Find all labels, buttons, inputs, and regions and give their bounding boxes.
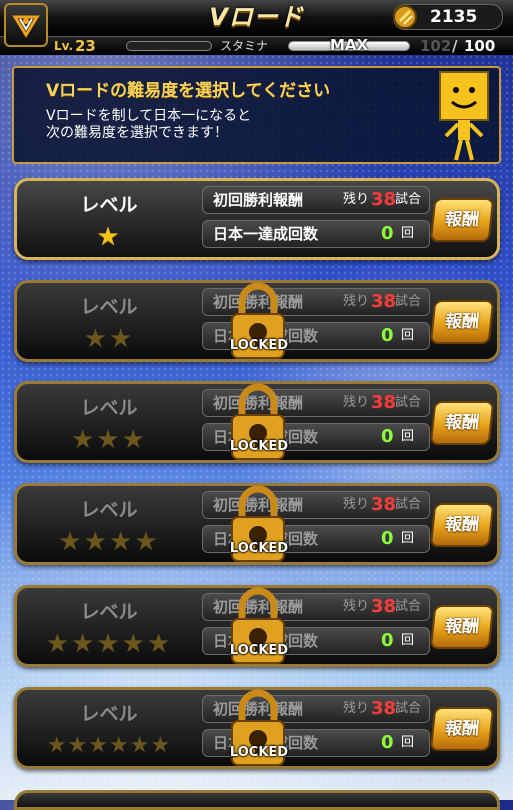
star-rating: ★ <box>96 222 122 252</box>
locked-label: LOCKED <box>229 643 289 658</box>
level-panel-3[interactable]: レベル ★★★ 初回勝利報酬 残り 38 試合 日本一達成回数 0 回 報酬 L… <box>14 381 500 463</box>
championship-unit: 回 <box>401 633 415 648</box>
remain-unit: 試合 <box>395 395 422 410</box>
stamina-label: スタミナ <box>220 39 269 53</box>
level-panel-2[interactable]: レベル ★★ 初回勝利報酬 残り 38 試合 日本一達成回数 0 回 報酬 LO… <box>14 280 500 362</box>
remain-unit: 試合 <box>395 294 422 309</box>
locked-label: LOCKED <box>229 541 289 556</box>
stamina-separator: / <box>452 37 458 55</box>
reward-label: 初回勝利報酬 <box>213 191 304 209</box>
star-rating: ★★★ <box>71 425 147 455</box>
championship-count: 0 <box>381 223 394 244</box>
remain-count: 38 <box>371 392 397 413</box>
star-rating: ★★★★★★ <box>46 733 172 758</box>
championship-count: 0 <box>381 732 394 753</box>
stamina-max-badge: MAX <box>330 36 369 54</box>
championship-count: 0 <box>381 426 394 447</box>
team-menu-button[interactable] <box>4 3 48 47</box>
first-win-reward-row: 初回勝利報酬 残り 38 試合 <box>202 186 430 214</box>
level-title: レベル <box>80 703 138 725</box>
remain-count: 38 <box>371 189 397 210</box>
championship-count: 0 <box>381 325 394 346</box>
reward-button[interactable]: 報酬 <box>429 198 495 242</box>
reward-button[interactable]: 報酬 <box>429 707 495 751</box>
level-panel-1[interactable]: レベル ★ 初回勝利報酬 残り 38 試合 日本一達成回数 0 回 報酬 <box>14 178 500 260</box>
championship-unit: 回 <box>401 735 415 750</box>
star-rating: ★★★★★ <box>45 629 173 659</box>
remain-word: 残り <box>343 294 370 309</box>
remain-count: 38 <box>371 698 397 719</box>
championship-unit: 回 <box>401 226 415 241</box>
remain-count: 38 <box>371 494 397 515</box>
level-title: レベル <box>80 499 138 521</box>
reward-button[interactable]: 報酬 <box>429 300 495 344</box>
remain-unit: 試合 <box>395 497 422 512</box>
stamina-current: 102 <box>420 37 452 55</box>
championship-label: 日本一達成回数 <box>213 225 319 243</box>
level-value: 23 <box>75 37 96 55</box>
exp-gauge <box>126 41 212 51</box>
top-bar: Vロード 2135 <box>0 0 513 37</box>
team-emblem-icon <box>12 15 40 38</box>
remain-word: 残り <box>343 497 370 512</box>
info-title: Vロードの難易度を選択してください <box>46 81 331 101</box>
championship-count: 0 <box>381 528 394 549</box>
remain-unit: 試合 <box>395 701 422 716</box>
info-body: Vロードを制して日本一になると 次の難易度を選択できます！ <box>46 108 251 142</box>
mascot-icon <box>439 71 489 161</box>
stamina-max: 100 <box>464 37 496 55</box>
info-line-2: 次の難易度を選択できます！ <box>46 125 228 141</box>
info-line-1: Vロードを制して日本一になると <box>46 108 252 124</box>
remain-word: 残り <box>343 701 370 716</box>
remain-unit: 試合 <box>395 599 422 614</box>
reward-button[interactable]: 報酬 <box>429 503 495 547</box>
remain-word: 残り <box>343 599 370 614</box>
championship-unit: 回 <box>401 429 415 444</box>
level-panel-5[interactable]: レベル ★★★★★ 初回勝利報酬 残り 38 試合 日本一達成回数 0 回 報酬… <box>14 585 500 667</box>
championship-count: 0 <box>381 630 394 651</box>
reward-button[interactable]: 報酬 <box>429 605 495 649</box>
remain-word: 残り <box>343 395 370 410</box>
championship-unit: 回 <box>401 328 415 343</box>
level-title: レベル <box>80 296 138 318</box>
level-title: レベル <box>80 194 138 216</box>
reward-button[interactable]: 報酬 <box>429 401 495 445</box>
level-title: レベル <box>80 397 138 419</box>
locked-label: LOCKED <box>229 338 289 353</box>
difficulty-info-box: Vロードの難易度を選択してください Vロードを制して日本一になると 次の難易度を… <box>12 66 501 164</box>
remain-unit: 試合 <box>395 192 422 207</box>
remain-count: 38 <box>371 596 397 617</box>
level-panel-6[interactable]: レベル ★★★★★★ 初回勝利報酬 残り 38 試合 日本一達成回数 0 回 報… <box>14 687 500 769</box>
championship-unit: 回 <box>401 531 415 546</box>
remain-word: 残り <box>343 192 370 207</box>
level-label: Lv. <box>54 39 74 53</box>
battery-coin-icon <box>393 5 417 29</box>
coin-count: 2135 <box>430 7 478 27</box>
coin-counter: 2135 <box>393 4 503 30</box>
level-title: レベル <box>80 601 138 623</box>
locked-label: LOCKED <box>229 439 289 454</box>
remain-count: 38 <box>371 291 397 312</box>
status-bar: Lv. 23 スタミナ MAX 102 / 100 <box>0 36 513 55</box>
locked-label: LOCKED <box>229 745 289 760</box>
level-panel-4[interactable]: レベル ★★★★ 初回勝利報酬 残り 38 試合 日本一達成回数 0 回 報酬 … <box>14 483 500 565</box>
star-rating: ★★★★ <box>58 527 160 557</box>
championship-count-row: 日本一達成回数 0 回 <box>202 220 430 248</box>
star-rating: ★★ <box>83 324 135 354</box>
next-panel-edge <box>14 790 500 810</box>
